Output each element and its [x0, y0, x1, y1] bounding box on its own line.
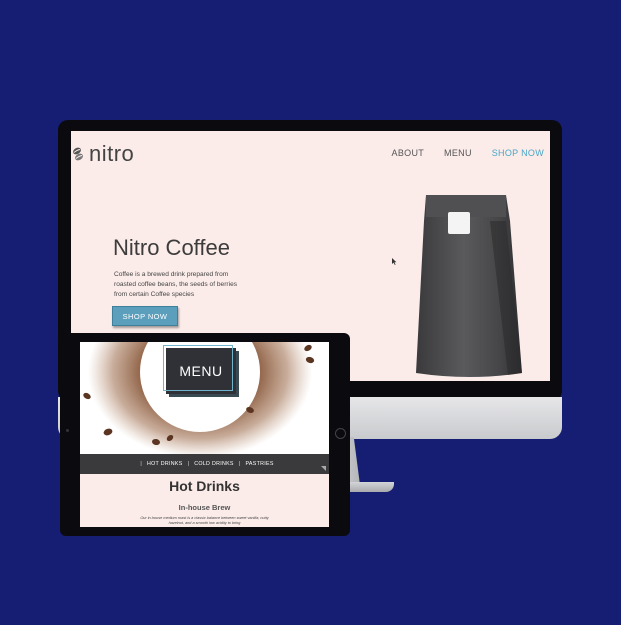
subsection-title: In-house Brew [178, 503, 231, 512]
tablet-home-button[interactable] [335, 428, 346, 439]
tablet-screen: MENU | HOT DRINKS | COLD DRINKS | PASTRI… [80, 342, 329, 527]
main-nav: ABOUT MENU SHOP NOW [392, 148, 544, 158]
nav-shop-now[interactable]: SHOP NOW [492, 148, 544, 158]
hero-description: Coffee is a brewed drink prepared from r… [114, 271, 238, 298]
logo-text: nitro [89, 141, 135, 166]
tablet-camera [66, 429, 69, 432]
category-cold-drinks[interactable]: COLD DRINKS [194, 461, 234, 467]
nav-menu[interactable]: MENU [444, 148, 472, 158]
coffee-beans-icon [73, 147, 83, 161]
nav-about[interactable]: ABOUT [392, 148, 425, 158]
category-pastries[interactable]: PASTRIES [245, 461, 273, 467]
coffee-powder-image: MENU [80, 342, 329, 454]
coffee-bag-icon [416, 195, 522, 377]
site-logo[interactable]: nitro [71, 141, 134, 167]
shop-now-button[interactable]: SHOP NOW [112, 306, 178, 326]
menu-item-description: Our in-house medium roast is a classic b… [140, 516, 269, 525]
category-bar: | HOT DRINKS | COLD DRINKS | PASTRIES [80, 454, 329, 474]
hero-title: Nitro Coffee [113, 235, 230, 260]
mouse-cursor-icon [392, 258, 397, 265]
menu-hero-label: MENU [163, 345, 236, 394]
separator: | [187, 461, 190, 467]
separator: | [140, 461, 142, 467]
section-title: Hot Drinks [169, 478, 240, 494]
separator: | [238, 461, 241, 467]
expand-icon[interactable] [321, 466, 326, 471]
category-hot-drinks[interactable]: HOT DRINKS [147, 461, 183, 467]
